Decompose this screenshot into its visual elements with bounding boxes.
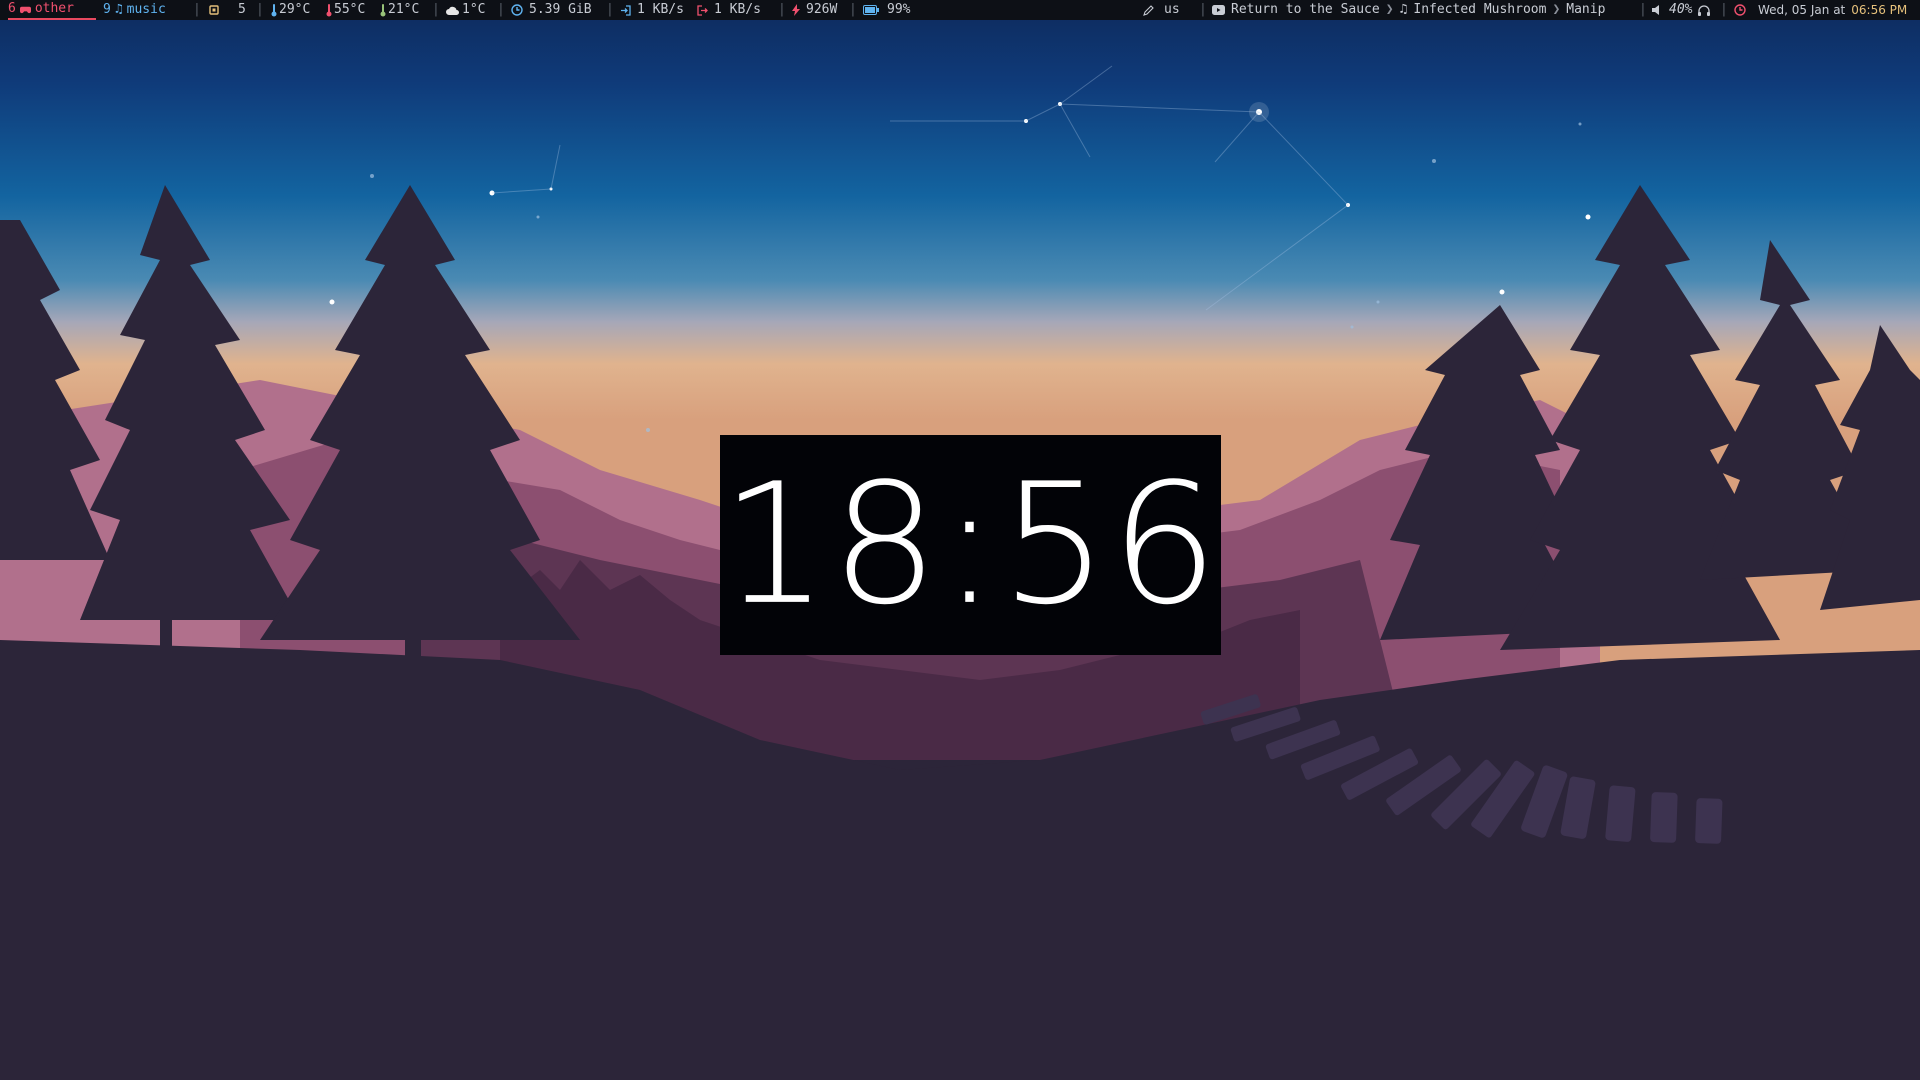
cpu-icon xyxy=(208,4,220,16)
temp-widget-1: 29°C xyxy=(271,0,310,20)
desktop-clock: 18:56 xyxy=(720,435,1221,655)
clock-icon xyxy=(1734,4,1746,16)
battery-widget: 99% xyxy=(863,0,910,20)
headphones-icon xyxy=(1698,4,1711,16)
youtube-icon xyxy=(1212,5,1225,15)
workspace-number: 9 xyxy=(103,2,111,17)
workspace-tab-music[interactable]: 9 ♫ music xyxy=(103,0,166,20)
media-title: Return to the Sauce xyxy=(1231,2,1380,17)
power-widget: 926W xyxy=(792,0,837,20)
network-up-widget: 1 KB/s xyxy=(697,0,761,20)
music-note-icon: ♫ xyxy=(1399,2,1408,17)
gamepad-icon xyxy=(19,4,31,15)
temp-value: 55°C xyxy=(334,2,366,17)
chevron-right-icon: ❯ xyxy=(1385,2,1394,17)
thermometer-icon xyxy=(380,3,386,17)
temp-widget-2: 55°C xyxy=(326,0,365,20)
upload-icon xyxy=(697,4,708,16)
download-icon xyxy=(620,4,631,16)
time-value: 06:56 PM xyxy=(1851,3,1908,17)
separator: | xyxy=(193,2,201,17)
cloud-icon xyxy=(446,6,459,15)
power-value: 926W xyxy=(806,2,838,17)
network-down-widget: 1 KB/s xyxy=(620,0,684,20)
bolt-icon xyxy=(792,4,800,16)
temp-value: 29°C xyxy=(279,2,311,17)
separator: | xyxy=(432,2,440,17)
temp-value: 21°C xyxy=(388,2,420,17)
separator: | xyxy=(1639,2,1647,17)
workspace-label: music xyxy=(126,2,166,17)
keyboard-layout-widget[interactable]: us xyxy=(1143,0,1180,20)
workspace-number: 6 xyxy=(8,1,16,16)
separator: | xyxy=(606,2,614,17)
media-artist: Infected Mushroom xyxy=(1413,2,1547,17)
battery-icon xyxy=(863,5,879,15)
workspace-tab-other[interactable]: 6 other xyxy=(8,0,96,20)
keyboard-layout-value: us xyxy=(1164,2,1180,17)
memory-clock-icon xyxy=(511,4,523,16)
separator: | xyxy=(256,2,264,17)
cpu-value: 5 xyxy=(238,2,246,17)
chevron-right-icon: ❯ xyxy=(1552,2,1561,17)
memory-value: 5.39 GiB xyxy=(529,2,592,17)
battery-value: 99% xyxy=(887,2,911,17)
weather-value: 1°C xyxy=(462,2,486,17)
date-value: Wed, 05 Jan at xyxy=(1758,3,1846,17)
network-down-value: 1 KB/s xyxy=(637,2,684,17)
media-player-widget[interactable]: Return to the Sauce ❯ ♫ Infected Mushroo… xyxy=(1212,0,1605,20)
media-album: Manip xyxy=(1566,2,1606,17)
clock-time: 18:56 xyxy=(720,447,1221,643)
thermometer-icon xyxy=(326,3,332,17)
cpu-widget: 5 xyxy=(208,0,246,20)
separator: | xyxy=(778,2,786,17)
separator: | xyxy=(849,2,857,17)
pencil-icon xyxy=(1143,4,1154,16)
separator: | xyxy=(1199,2,1207,17)
speaker-icon xyxy=(1652,5,1663,15)
status-bar: 6 other 9 ♫ music | 5 | 29°C 55°C 21°C |… xyxy=(0,0,1920,20)
datetime-widget[interactable]: Wed, 05 Jan at 06:56 PM xyxy=(1734,0,1907,20)
memory-widget: 5.39 GiB xyxy=(511,0,592,20)
temp-widget-3: 21°C xyxy=(380,0,419,20)
separator: | xyxy=(1720,2,1728,17)
workspace-label: other xyxy=(34,1,74,16)
weather-widget: 1°C xyxy=(446,0,485,20)
volume-value: 40% xyxy=(1669,2,1693,17)
music-note-icon: ♫ xyxy=(114,2,123,17)
separator: | xyxy=(497,2,505,17)
thermometer-icon xyxy=(271,3,277,17)
volume-widget[interactable]: 40% xyxy=(1652,0,1711,20)
network-up-value: 1 KB/s xyxy=(714,2,761,17)
